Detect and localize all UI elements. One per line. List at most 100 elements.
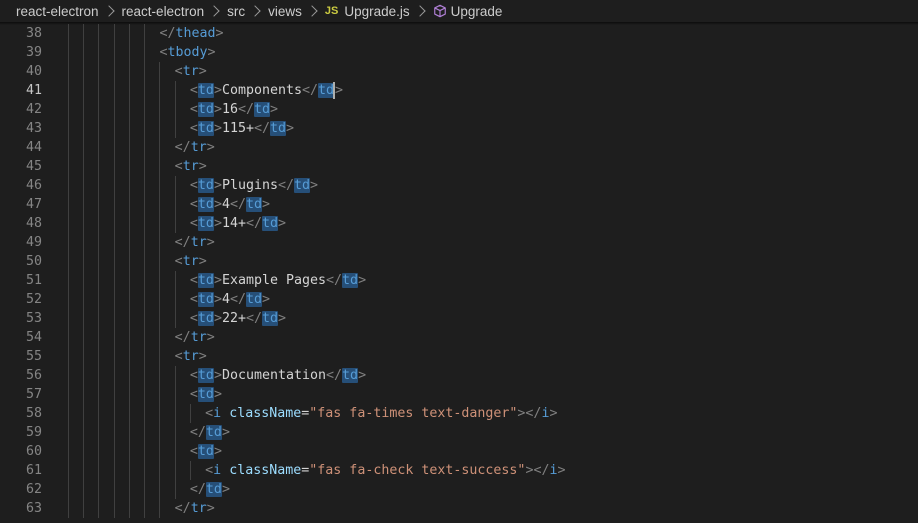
code-text: </tr>: [175, 138, 215, 157]
indent-guide: [128, 499, 130, 518]
indent-guide: [68, 404, 69, 423]
code-line[interactable]: 49 </tr>: [0, 233, 918, 252]
chevron-right-icon: [306, 5, 318, 17]
line-number: 40: [25, 64, 42, 79]
indent-guide: [174, 385, 176, 404]
code-text: </td>: [190, 423, 230, 442]
code-line[interactable]: 50 <tr>: [0, 252, 918, 271]
code-line[interactable]: 44 </tr>: [0, 138, 918, 157]
tag-name-highlighted: td: [342, 273, 359, 288]
code-text: </td>: [190, 480, 230, 499]
code-line[interactable]: 38 </thead>: [0, 24, 918, 43]
text: Example Pages: [221, 273, 327, 288]
indent-guide: [98, 100, 100, 119]
indent-guide: [68, 290, 69, 309]
code-line[interactable]: 63 </tr>: [0, 499, 918, 518]
bracket: <: [189, 178, 198, 193]
tag-name-highlighted: td: [262, 311, 279, 326]
breadcrumb-item-project[interactable]: react-electron: [122, 4, 205, 19]
code-line[interactable]: 40 <tr>: [0, 62, 918, 81]
indent-guide: [128, 176, 130, 195]
indent-guide: [68, 214, 69, 233]
indent-guide: [159, 404, 161, 423]
code-line[interactable]: 59 </td>: [0, 423, 918, 442]
line-number: 43: [25, 121, 42, 136]
code-line[interactable]: 52 <td>4</td>: [0, 290, 918, 309]
code-line[interactable]: 41 <td>Components</td>: [0, 81, 918, 100]
bracket: >: [557, 463, 566, 478]
code-line[interactable]: 48 <td>14+</td>: [0, 214, 918, 233]
indent-guide: [159, 423, 161, 442]
indent-guide: [98, 385, 100, 404]
breadcrumb-item-src[interactable]: src: [227, 4, 245, 19]
breadcrumb-item-file[interactable]: Upgrade.js: [344, 4, 409, 19]
line-number: 51: [25, 273, 42, 288]
code-line[interactable]: 51 <td>Example Pages</td>: [0, 271, 918, 290]
code-line[interactable]: 45 <tr>: [0, 157, 918, 176]
code-text: <tr>: [175, 157, 207, 176]
code-text: <tr>: [175, 252, 207, 271]
bracket: >: [198, 64, 207, 79]
code-line[interactable]: 53 <td>22+</td>: [0, 309, 918, 328]
code-line[interactable]: 47 <td>4</td>: [0, 195, 918, 214]
indent-guide: [68, 176, 69, 195]
breadcrumb-item-symbol[interactable]: Upgrade: [451, 4, 503, 19]
bracket: >: [198, 349, 207, 364]
indent-guide: [189, 404, 191, 423]
indent-guide: [144, 423, 146, 442]
text: 115+: [221, 121, 254, 136]
code-line[interactable]: 39 <tbody>: [0, 43, 918, 62]
indent-guide: [68, 81, 69, 100]
chevron-right-icon: [413, 5, 426, 17]
indent-guide: [98, 309, 100, 328]
code-line[interactable]: 60 <td>: [0, 442, 918, 461]
indent-guide: [159, 328, 161, 347]
bracket: <: [189, 102, 198, 117]
bracket: </: [189, 425, 206, 440]
indent-guide: [144, 347, 146, 366]
attribute-name: className: [229, 406, 302, 421]
indent-guide: [98, 24, 100, 43]
code-line[interactable]: 57 <td>: [0, 385, 918, 404]
indent-guide: [128, 480, 130, 499]
bracket: <: [189, 387, 198, 402]
indent-guide: [159, 81, 161, 100]
code-editor[interactable]: 38 </thead> 39 <tbody> 40 <tr> 41 <td>Component…: [0, 24, 918, 523]
indent-guide: [68, 100, 69, 119]
breadcrumb-item-views[interactable]: views: [268, 4, 302, 19]
indent-guide: [174, 480, 176, 499]
indent-guide: [68, 480, 69, 499]
tag-name-highlighted: td: [245, 197, 262, 212]
bracket: >: [206, 501, 215, 516]
code-line[interactable]: 54 </tr>: [0, 328, 918, 347]
indent-guide: [98, 480, 100, 499]
indent-guide: [83, 385, 85, 404]
code-line[interactable]: 42 <td>16</td>: [0, 100, 918, 119]
bracket: </: [237, 102, 254, 117]
tag-name-highlighted: td: [197, 102, 214, 117]
tag-name-highlighted: td: [197, 121, 214, 136]
indent-guide: [144, 24, 146, 43]
indent-guide: [113, 81, 115, 100]
code-line[interactable]: 43 <td>115+</td>: [0, 119, 918, 138]
tag-name-highlighted: td: [197, 178, 214, 193]
indent-guide: [68, 157, 69, 176]
indent-guide: [83, 252, 85, 271]
code-line[interactable]: 58 <i className="fas fa-times text-danger…: [0, 404, 918, 423]
code-line[interactable]: 55 <tr>: [0, 347, 918, 366]
line-number: 47: [25, 197, 42, 212]
line-number: 61: [25, 463, 42, 478]
code-line[interactable]: 62 </td>: [0, 480, 918, 499]
line-number: 41: [25, 83, 42, 98]
bracket: >: [213, 178, 222, 193]
attribute-name: className: [229, 463, 302, 478]
tag-name-highlighted: td: [197, 444, 214, 459]
code-text: <td>22+</td>: [190, 309, 286, 328]
breadcrumb-item-root[interactable]: react-electron: [16, 4, 99, 19]
code-line[interactable]: 61 <i className="fas fa-check text-succes…: [0, 461, 918, 480]
code-line[interactable]: 46 <td>Plugins</td>: [0, 176, 918, 195]
code-line[interactable]: 56 <td>Documentation</td>: [0, 366, 918, 385]
bracket: >: [213, 292, 222, 307]
tag-name: tr: [190, 235, 207, 250]
line-number: 50: [25, 254, 42, 269]
